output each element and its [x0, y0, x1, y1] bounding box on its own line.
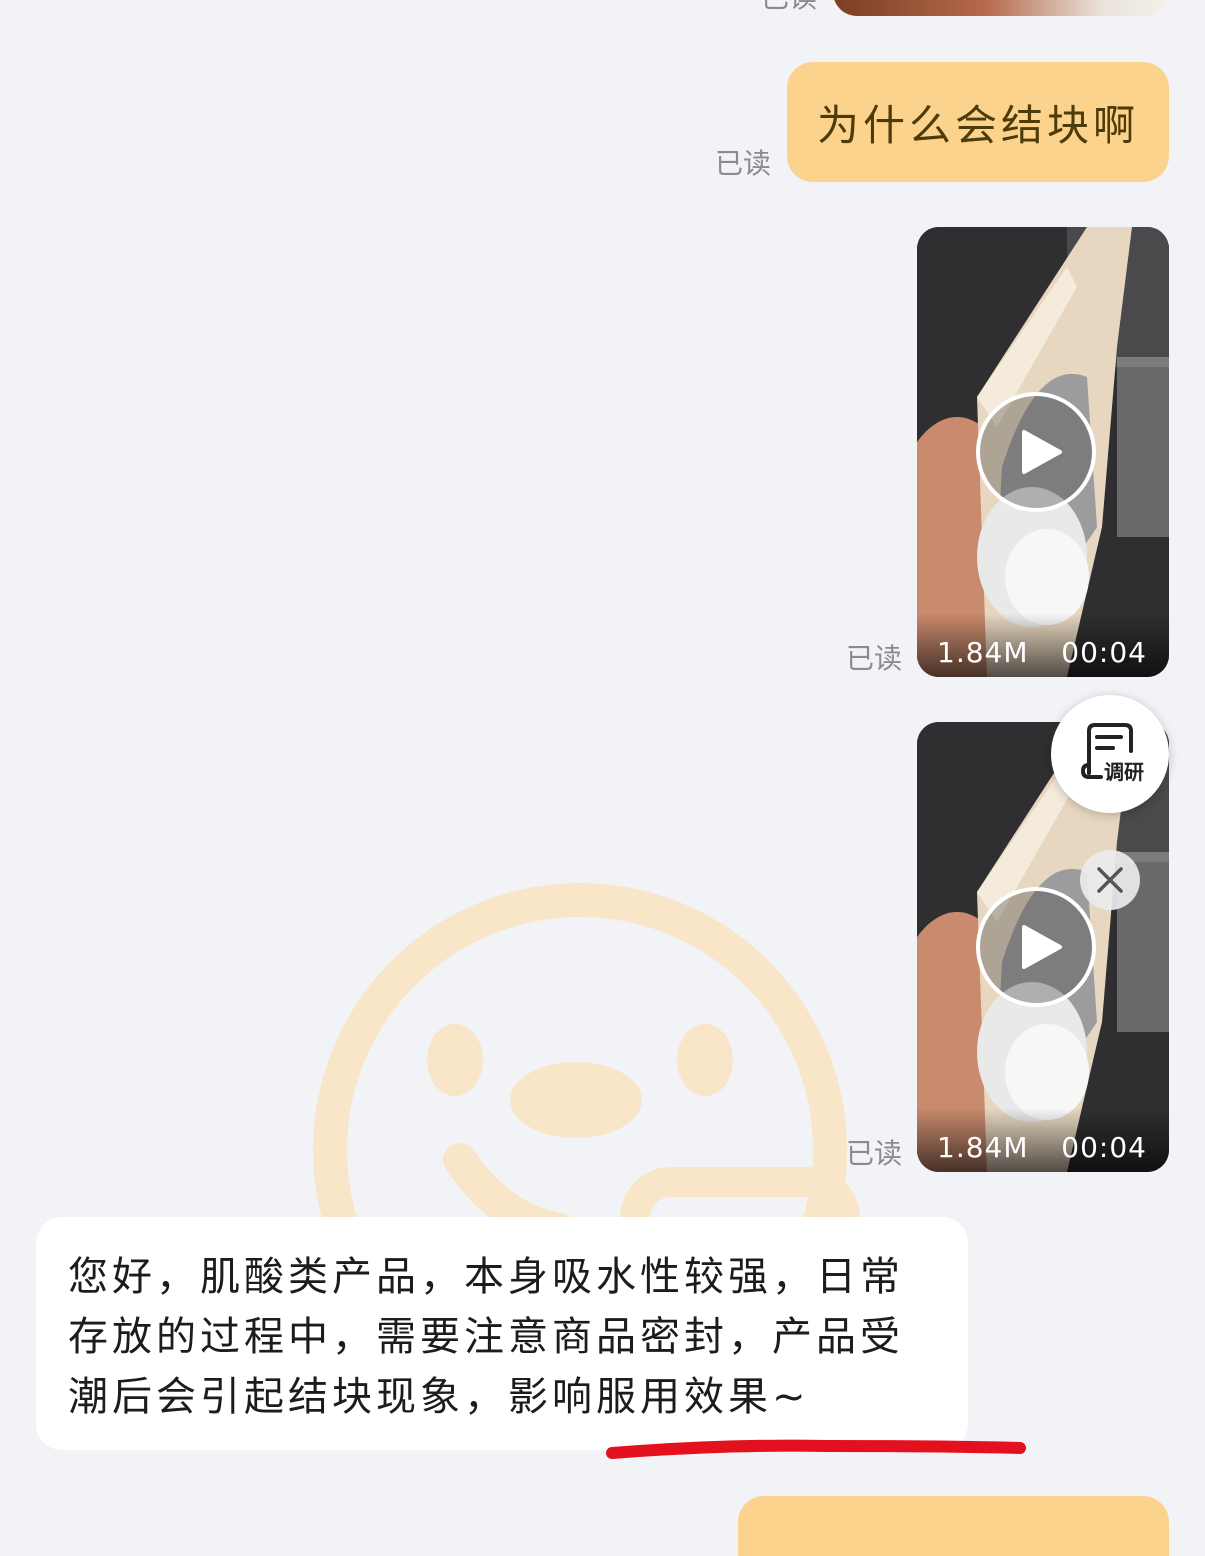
video-file-size: 1.84M [937, 636, 1029, 669]
play-button[interactable] [976, 392, 1096, 512]
video-message[interactable]: 1.84M 00:04 [917, 227, 1169, 677]
close-icon [1097, 867, 1123, 893]
survey-label: 调研 [1104, 760, 1144, 784]
close-button[interactable] [1080, 850, 1140, 910]
video-file-size: 1.84M [937, 1131, 1029, 1164]
video-duration: 00:04 [1061, 1131, 1147, 1164]
read-status: 已读 [761, 0, 817, 14]
play-icon [1022, 430, 1062, 474]
message-text: 为什么会结块啊 [816, 100, 1139, 150]
read-status: 已读 [846, 642, 903, 675]
video-duration: 00:04 [1061, 636, 1147, 669]
read-status: 已读 [715, 147, 772, 180]
video-info-bar: 1.84M 00:04 [917, 1108, 1169, 1172]
outgoing-text-message-partial[interactable] [738, 1496, 1169, 1556]
image-message-partial[interactable] [833, 0, 1169, 16]
outgoing-text-message[interactable]: 为什么会结块啊 [787, 62, 1169, 182]
annotation-underline [606, 1439, 1026, 1459]
play-button[interactable] [976, 887, 1096, 1007]
incoming-text-message[interactable]: 您好，肌酸类产品，本身吸水性较强，日常存放的过程中，需要注意商品密封，产品受潮后… [36, 1217, 968, 1450]
play-icon [1022, 925, 1062, 969]
survey-button[interactable]: 调研 [1051, 695, 1169, 813]
message-text: 您好，肌酸类产品，本身吸水性较强，日常存放的过程中，需要注意商品密封，产品受潮后… [68, 1254, 904, 1420]
read-status: 已读 [846, 1137, 903, 1170]
video-info-bar: 1.84M 00:04 [917, 613, 1169, 677]
